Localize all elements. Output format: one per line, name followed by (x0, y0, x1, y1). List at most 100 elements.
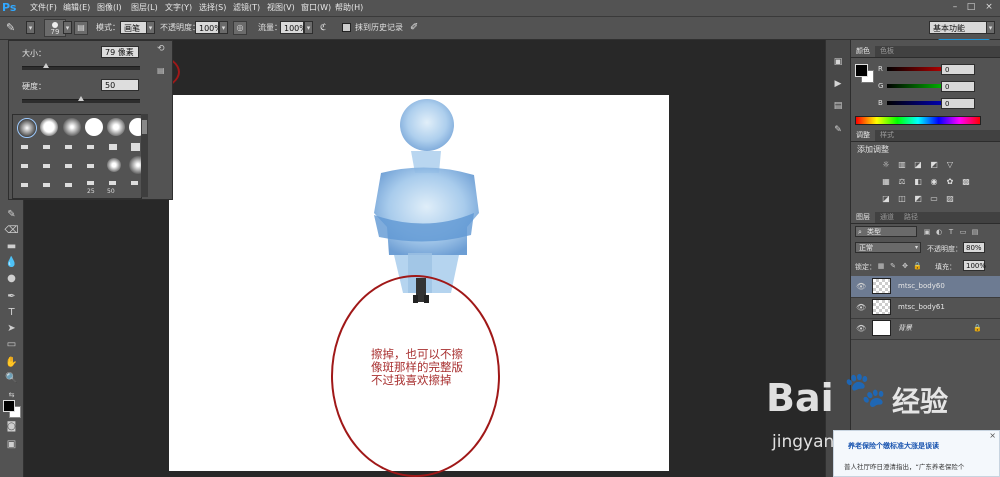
brush-preset-item[interactable] (65, 183, 72, 187)
maximize-button[interactable]: □ (964, 2, 978, 13)
tab-color[interactable]: 颜色 (851, 46, 875, 57)
news-title[interactable]: 养老保险个缴标准大涨是误读 (848, 441, 939, 451)
brush-preset-item[interactable] (107, 158, 121, 172)
lock-move-icon[interactable]: ✥ (901, 262, 909, 270)
pressure-size-icon[interactable]: ✐ (410, 17, 418, 39)
selective-color-icon[interactable]: ▨ (945, 194, 955, 203)
menu-filter[interactable]: 滤镜(T) (233, 0, 260, 16)
mode-dropdown[interactable]: ▾ (146, 21, 155, 34)
menu-help[interactable]: 帮助(H) (335, 0, 363, 16)
brush-preset-grid[interactable]: 25 50 (12, 114, 147, 199)
layer-row[interactable]: 👁 mtsc_body60 (851, 276, 1000, 298)
brush-preset-item[interactable] (109, 144, 117, 150)
size-slider-thumb[interactable] (42, 63, 49, 68)
tab-layers[interactable]: 图层 (851, 212, 875, 223)
hardness-input[interactable]: 50 (101, 79, 139, 91)
dodge-tool-icon[interactable]: ● (4, 272, 19, 286)
properties-panel-icon[interactable]: ▤ (831, 100, 845, 112)
quick-mask-icon[interactable]: ◙ (4, 420, 19, 434)
layer-kind-filter[interactable]: ⌕ 类型 (855, 226, 917, 237)
close-button[interactable]: × (982, 2, 996, 13)
tab-styles[interactable]: 样式 (875, 130, 899, 141)
brush-preset-item[interactable] (21, 183, 28, 187)
brush-preset-item[interactable] (87, 164, 94, 168)
mode-select[interactable]: 画笔 (120, 21, 148, 34)
airbrush-icon[interactable]: ℭ (320, 17, 326, 39)
history-panel-icon[interactable]: ▣ (831, 56, 845, 68)
tab-paths[interactable]: 路径 (899, 212, 923, 223)
workspace-select[interactable]: 基本功能 (929, 21, 987, 34)
preset-scrollbar-thumb[interactable] (142, 120, 147, 134)
menu-view[interactable]: 视图(V) (267, 0, 295, 16)
channel-mixer-icon[interactable]: ✿ (945, 177, 955, 186)
screen-mode-icon[interactable]: ▣ (4, 438, 19, 452)
brush-panel-icon[interactable]: ✎ (831, 124, 845, 136)
brush-preset-item[interactable] (43, 164, 50, 168)
lock-transparent-icon[interactable]: ▦ (877, 262, 885, 270)
eye-icon[interactable]: 👁 (856, 324, 866, 333)
eye-icon[interactable]: 👁 (856, 282, 866, 291)
invert-icon[interactable]: ◪ (881, 194, 891, 203)
eye-icon[interactable]: 👁 (856, 303, 866, 312)
fill-input[interactable]: 100% (963, 260, 986, 271)
threshold-icon[interactable]: ◩ (913, 194, 923, 203)
layer-row[interactable]: 👁 背景 🔒 (851, 318, 1000, 340)
menu-image[interactable]: 图像(I) (97, 0, 122, 16)
zoom-tool-icon[interactable]: 🔍 (4, 372, 19, 386)
menu-type[interactable]: 文字(Y) (165, 0, 192, 16)
brush-preset-item[interactable] (65, 145, 72, 149)
tab-channels[interactable]: 通道 (875, 212, 899, 223)
brush-preset-item[interactable] (17, 118, 37, 138)
menu-window[interactable]: 窗口(W) (301, 0, 331, 16)
exposure-icon[interactable]: ◩ (929, 160, 939, 169)
brush-preset-item[interactable] (109, 181, 116, 185)
gradient-map-icon[interactable]: ▭ (929, 194, 939, 203)
news-popup[interactable]: × 养老保险个缴标准大涨是误读 普人社厅昨日澄清指出，“广东养老保险个 (833, 430, 1000, 477)
eraser-tool-icon[interactable]: ⌫ (4, 224, 19, 238)
filter-pixel-icon[interactable]: ▣ (923, 228, 931, 236)
hardness-slider-thumb[interactable] (78, 96, 84, 101)
brush-preset-item[interactable] (87, 145, 94, 149)
flow-input[interactable]: 100% (280, 21, 307, 34)
curves-icon[interactable]: ◪ (913, 160, 923, 169)
brush-preset-item[interactable] (43, 145, 50, 149)
brush-preset-item[interactable] (21, 164, 28, 168)
brush-panel-toggle-icon[interactable]: ▤ (74, 21, 88, 35)
tab-swatches[interactable]: 色板 (875, 46, 899, 57)
levels-icon[interactable]: ▥ (897, 160, 907, 169)
color-balance-icon[interactable]: ⚖ (897, 177, 907, 186)
color-spectrum-bar[interactable] (855, 116, 981, 125)
pen-tool-icon[interactable]: ✒ (4, 290, 19, 304)
layer-opacity-input[interactable]: 80% (963, 242, 985, 253)
menu-edit[interactable]: 编辑(E) (63, 0, 90, 16)
blend-mode-select[interactable]: 正常 ▾ (855, 242, 921, 253)
minimize-button[interactable]: – (948, 2, 962, 13)
brush-preset-item[interactable] (87, 181, 94, 185)
brush-preset-item[interactable] (85, 118, 103, 136)
workspace-dropdown[interactable]: ▾ (986, 21, 995, 34)
brush-preset-item[interactable] (65, 164, 72, 168)
brush-preset-item[interactable] (43, 183, 50, 187)
filter-shape-icon[interactable]: ▭ (959, 228, 967, 236)
hue-saturation-icon[interactable]: ▦ (881, 177, 891, 186)
size-input[interactable]: 79 像素 (101, 46, 139, 58)
photo-filter-icon[interactable]: ◉ (929, 177, 939, 186)
lock-paint-icon[interactable]: ✎ (889, 262, 897, 270)
brush-preset-item[interactable] (40, 118, 58, 136)
hand-tool-icon[interactable]: ✋ (4, 356, 19, 370)
erase-history-checkbox[interactable] (342, 23, 351, 32)
preset-scrollbar[interactable] (141, 114, 148, 197)
brush-preset-item[interactable] (63, 118, 81, 136)
tool-preset-dropdown[interactable]: ▾ (26, 21, 35, 34)
brush-menu-icon[interactable]: ▤ (157, 66, 165, 75)
blue-input[interactable]: 0 (941, 98, 975, 109)
close-icon[interactable]: × (989, 431, 996, 440)
brightness-icon[interactable]: ☼ (881, 160, 891, 169)
posterize-icon[interactable]: ◫ (897, 194, 907, 203)
opacity-input[interactable]: 100% (195, 21, 222, 34)
gradient-tool-icon[interactable]: ▬ (4, 240, 19, 254)
brush-preset-item[interactable] (131, 143, 140, 151)
brush-size-dropdown[interactable]: ▾ (63, 21, 72, 34)
brush-preset-item[interactable] (107, 118, 125, 136)
brush-preset-item[interactable] (21, 145, 28, 149)
